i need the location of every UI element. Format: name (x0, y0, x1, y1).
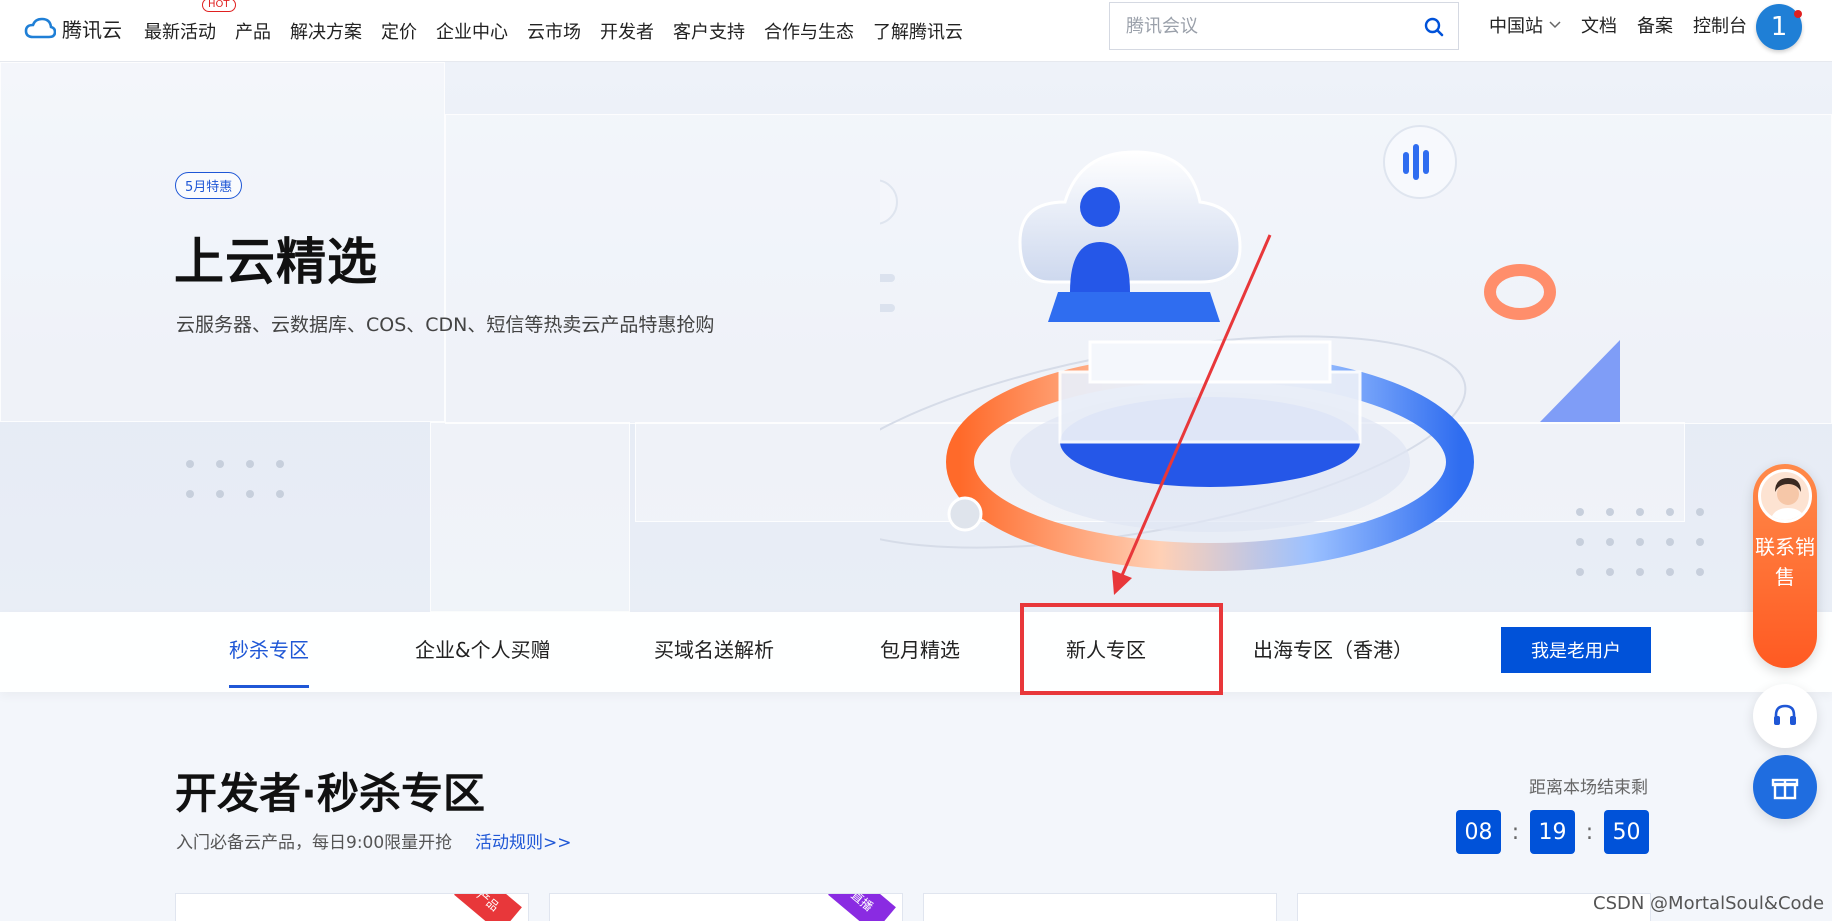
notification-dot (1794, 10, 1802, 18)
promo-badge: 5月特惠 (175, 172, 243, 199)
right-nav: 中国站 文档 备案 控制台 (1489, 0, 1767, 50)
tab-flash-sale[interactable]: 秒杀专区 (229, 612, 309, 692)
card-ribbon: 直播 (828, 894, 896, 921)
avatar-initial: 1 (1770, 12, 1788, 42)
hero-banner: 5月特惠 上云精选 云服务器、云数据库、COS、CDN、短信等热卖云产品特惠抢购 (0, 62, 1832, 612)
countdown-seconds: 50 (1604, 810, 1649, 854)
chevron-down-icon (1549, 21, 1561, 29)
card-ribbon: 产品 (454, 894, 522, 921)
hero-subtitle: 云服务器、云数据库、COS、CDN、短信等热卖云产品特惠抢购 (176, 314, 715, 336)
nav-solutions[interactable]: 解决方案 (290, 18, 362, 44)
nav-marketplace[interactable]: 云市场 (527, 18, 581, 44)
agent-avatar-icon (1770, 478, 1806, 520)
countdown-hours: 08 (1456, 810, 1501, 854)
activity-rules-link[interactable]: 活动规则>> (475, 828, 572, 853)
product-card-list: 产品 直播 (175, 893, 1651, 921)
nav-latest-activities[interactable]: 最新活动 (144, 18, 216, 44)
product-card[interactable]: 直播 (549, 893, 903, 921)
gift-button[interactable] (1753, 755, 1817, 819)
product-card[interactable]: 产品 (175, 893, 529, 921)
user-avatar[interactable]: 1 (1756, 4, 1802, 50)
customer-service-button[interactable] (1753, 684, 1817, 748)
nav-partners[interactable]: 合作与生态 (764, 18, 854, 44)
search-box (1109, 2, 1459, 50)
docs-link[interactable]: 文档 (1581, 12, 1617, 38)
nav-developers[interactable]: 开发者 (600, 18, 654, 44)
annotation-highlight-box (1020, 603, 1223, 695)
nav-pricing[interactable]: 定价 (381, 18, 417, 44)
hero-bg-panel (430, 422, 630, 612)
region-label: 中国站 (1489, 16, 1543, 37)
search-input[interactable] (1110, 15, 1400, 37)
contact-sales-button[interactable]: 联系销售 (1753, 464, 1817, 668)
product-card[interactable] (923, 893, 1277, 921)
section-subtitle: 入门必备云产品，每日9:00限量开抢 (176, 833, 453, 853)
tab-monthly-picks[interactable]: 包月精选 (880, 612, 960, 692)
nav-enterprise-center[interactable]: 企业中心 (436, 18, 508, 44)
countdown-minutes: 19 (1530, 810, 1575, 854)
watermark-text: CSDN @MortalSoul&Code (1593, 893, 1825, 914)
promo-tab-bar: 秒杀专区 企业&个人买赠 买域名送解析 包月精选 新人专区 出海专区（香港） 我… (0, 612, 1832, 692)
hero-title: 上云精选 (174, 233, 378, 291)
headset-icon (1774, 704, 1796, 725)
annotation-arrow (1112, 234, 1272, 595)
region-selector[interactable]: 中国站 (1489, 12, 1561, 38)
search-icon[interactable] (1424, 17, 1444, 37)
filing-link[interactable]: 备案 (1637, 12, 1673, 38)
tab-domain-dns[interactable]: 买域名送解析 (654, 612, 774, 692)
tab-overseas-hk[interactable]: 出海专区（香港） (1253, 612, 1413, 692)
contact-sales-label: 联系销售 (1755, 535, 1815, 589)
tencent-cloud-logo[interactable]: 腾讯云 (24, 14, 122, 43)
countdown-timer: 08 : 19 : 50 (1456, 810, 1649, 854)
existing-user-button[interactable]: 我是老用户 (1501, 627, 1651, 673)
countdown-label: 距离本场结束剩 (1529, 778, 1648, 798)
tab-enterprise-gift[interactable]: 企业&个人买赠 (415, 612, 551, 692)
nav-about[interactable]: 了解腾讯云 (873, 18, 963, 44)
console-link[interactable]: 控制台 (1693, 12, 1747, 38)
countdown-separator: : (1585, 819, 1594, 845)
sales-agent-avatar (1758, 469, 1812, 523)
logo-text: 腾讯云 (62, 18, 122, 42)
nav-support[interactable]: 客户支持 (673, 18, 745, 44)
nav-products[interactable]: 产品 (235, 18, 271, 44)
countdown-separator: : (1511, 819, 1520, 845)
main-nav: 最新活动 HOT 产品 解决方案 定价 企业中心 云市场 开发者 客户支持 合作… (144, 0, 982, 62)
cloud-logo-icon (24, 17, 56, 38)
gift-icon (1771, 778, 1799, 800)
decorative-dots (186, 460, 284, 498)
hot-badge: HOT (202, 0, 236, 12)
section-title: 开发者·秒杀专区 (175, 769, 485, 818)
top-nav-bar: 腾讯云 最新活动 HOT 产品 解决方案 定价 企业中心 云市场 开发者 客户支… (0, 0, 1832, 62)
